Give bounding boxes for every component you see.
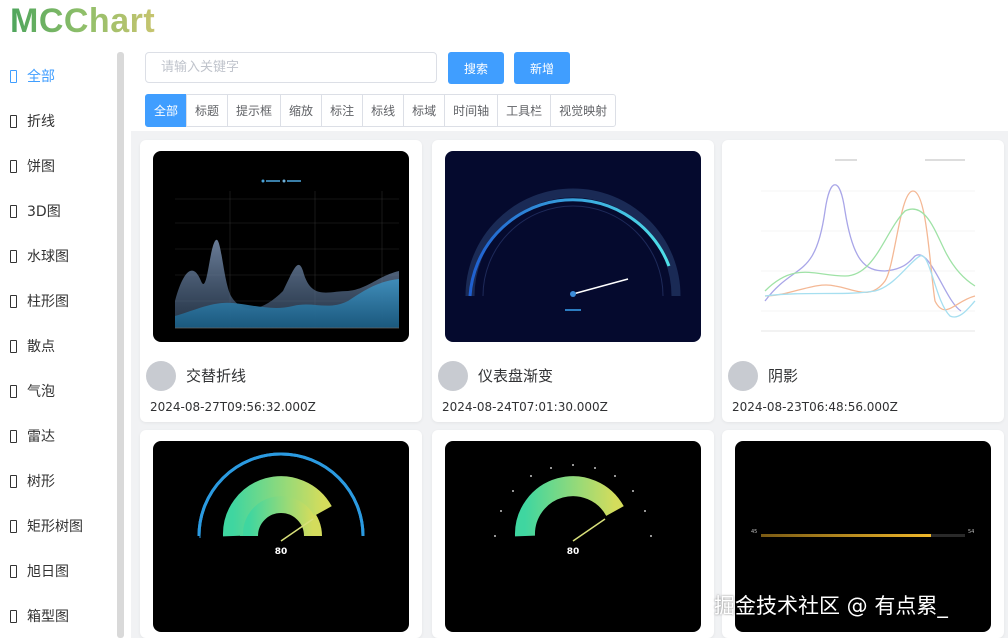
sidebar-item-label: 气泡 <box>27 384 55 400</box>
sidebar-item-label: 折线 <box>27 114 55 130</box>
progress-max-label: 54 <box>968 529 975 535</box>
sidebar-item-bubble[interactable]: 气泡 <box>10 379 55 403</box>
chart-preview-image: 80 <box>153 441 409 632</box>
sidebar-item-bar[interactable]: 柱形图 <box>10 289 69 313</box>
chart-card[interactable]: 交替折线 2024-08-27T09:56:32.000Z <box>140 140 422 422</box>
chart-card[interactable]: 80 <box>140 430 422 638</box>
tab-tooltip[interactable]: 提示框 <box>227 94 282 127</box>
sidebar-item-3d[interactable]: 3D图 <box>10 199 61 223</box>
card-title: 交替折线 <box>186 367 247 385</box>
bracket-square-icon <box>10 204 17 218</box>
sidebar-item-label: 散点 <box>27 339 55 355</box>
sidebar-item-boxplot[interactable]: 箱型图 <box>10 604 69 628</box>
bracket-square-icon <box>10 429 17 443</box>
card-date: 2024-08-27T09:56:32.000Z <box>150 400 316 414</box>
bracket-square-icon <box>10 114 17 128</box>
chart-card[interactable]: 阴影 2024-08-23T06:48:56.000Z <box>722 140 1004 422</box>
card-date: 2024-08-23T06:48:56.000Z <box>732 400 898 414</box>
sidebar-item-label: 箱型图 <box>27 609 69 625</box>
search-button[interactable]: 搜索 <box>448 52 504 84</box>
add-button[interactable]: 新增 <box>514 52 570 84</box>
sidebar-item-line[interactable]: 折线 <box>10 109 55 133</box>
tab-markpoint[interactable]: 标注 <box>321 94 364 127</box>
sidebar-item-label: 树形 <box>27 474 55 490</box>
watermark: 掘金技术社区 @ 有点累_ <box>714 594 948 618</box>
chart-preview-image <box>445 151 701 342</box>
progress-min-label: 45 <box>751 529 758 535</box>
gauge-value: 80 <box>566 547 580 557</box>
tab-title[interactable]: 标题 <box>186 94 229 127</box>
sidebar-item-label: 矩形树图 <box>27 519 83 535</box>
bracket-square-icon <box>10 384 17 398</box>
bracket-square-icon <box>10 249 17 263</box>
chart-card[interactable]: 仪表盘渐变 2024-08-24T07:01:30.000Z <box>432 140 714 422</box>
sidebar-item-treemap[interactable]: 矩形树图 <box>10 514 83 538</box>
sidebar-item-scatter[interactable]: 散点 <box>10 334 55 358</box>
sidebar-item-pie[interactable]: 饼图 <box>10 154 55 178</box>
card-date: 2024-08-24T07:01:30.000Z <box>442 400 608 414</box>
chart-card[interactable]: 80 <box>432 430 714 638</box>
sidebar-item-label: 雷达 <box>27 429 55 445</box>
sidebar-item-label: 全部 <box>27 69 55 85</box>
tab-markarea[interactable]: 标域 <box>403 94 446 127</box>
chart-preview-image <box>153 151 409 342</box>
avatar <box>146 361 176 391</box>
tab-visualmap[interactable]: 视觉映射 <box>550 94 617 127</box>
sidebar: 全部 折线 饼图 3D图 水球图 柱形图 散点 气泡 雷达 树形 矩形树图 旭日… <box>0 52 118 638</box>
sidebar-item-tree[interactable]: 树形 <box>10 469 55 493</box>
tab-all[interactable]: 全部 <box>145 94 188 127</box>
bracket-square-icon <box>10 294 17 308</box>
tab-markline[interactable]: 标线 <box>362 94 405 127</box>
sidebar-item-liquid[interactable]: 水球图 <box>10 244 69 268</box>
sidebar-item-label: 柱形图 <box>27 294 69 310</box>
bracket-square-icon <box>10 339 17 353</box>
sidebar-scrollbar[interactable] <box>117 52 124 638</box>
sidebar-item-all[interactable]: 全部 <box>10 64 55 88</box>
sidebar-item-label: 旭日图 <box>27 564 69 580</box>
bracket-square-icon <box>10 564 17 578</box>
avatar <box>728 361 758 391</box>
chart-preview-image <box>735 151 991 342</box>
tab-toolbox[interactable]: 工具栏 <box>497 94 552 127</box>
filter-tabs: 全部 标题 提示框 缩放 标注 标线 标域 时间轴 工具栏 视觉映射 <box>145 94 617 127</box>
bracket-square-icon <box>10 159 17 173</box>
sidebar-item-label: 水球图 <box>27 249 69 265</box>
sidebar-item-label: 3D图 <box>27 204 61 220</box>
bracket-square-icon <box>10 474 17 488</box>
bracket-square-icon <box>10 519 17 533</box>
avatar <box>438 361 468 391</box>
sidebar-item-radar[interactable]: 雷达 <box>10 424 55 448</box>
search-input[interactable] <box>145 52 437 83</box>
bracket-square-icon <box>10 69 17 83</box>
app-logo: MCChart <box>10 2 156 40</box>
bracket-square-icon <box>10 609 17 623</box>
tab-timeline[interactable]: 时间轴 <box>444 94 499 127</box>
card-title: 仪表盘渐变 <box>478 367 554 385</box>
sidebar-item-sunburst[interactable]: 旭日图 <box>10 559 69 583</box>
card-title: 阴影 <box>768 367 799 385</box>
sidebar-item-label: 饼图 <box>27 159 55 175</box>
gauge-value: 80 <box>274 547 288 557</box>
chart-preview-image: 80 <box>445 441 701 632</box>
tab-zoom[interactable]: 缩放 <box>280 94 323 127</box>
